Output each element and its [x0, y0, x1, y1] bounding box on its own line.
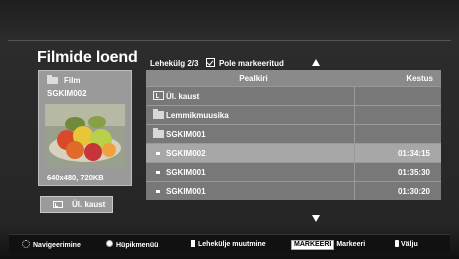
- list-item-selected[interactable]: SGKIM002 01:34:15: [146, 143, 441, 162]
- item-name: Lemmikmuusika: [166, 111, 229, 120]
- item-duration: 01:34:15: [397, 149, 430, 158]
- column-divider: [354, 125, 355, 143]
- checkbox-icon: [205, 58, 215, 67]
- page-info: Lehekülg 2/3 Pole markeeritud: [150, 58, 284, 68]
- hint-mark-label: Markeeri: [336, 241, 366, 248]
- file-list: Pealkiri Kestus Ül. kaust Lemmikmuusika …: [146, 70, 441, 200]
- list-header: Pealkiri Kestus: [146, 70, 441, 86]
- column-title-header: Pealkiri: [239, 74, 268, 83]
- column-divider: [354, 106, 355, 124]
- hint-navigate: Navigeerimine: [22, 240, 81, 249]
- preview-resolution: 640x480, 720KB: [47, 173, 104, 182]
- list-item[interactable]: SGKIM001: [146, 124, 441, 143]
- hint-mark: MARKEERI Markeeri: [291, 240, 365, 250]
- hint-page-change: Lehekülje muutmine: [191, 240, 266, 248]
- file-icon: [156, 190, 160, 193]
- column-duration-header: Kestus: [406, 74, 433, 83]
- help-bar: Navigeerimine Hüpikmenüü Lehekülje muutm…: [9, 234, 450, 253]
- page-title: Filmide loend: [37, 49, 138, 66]
- preview-panel: Film SGKIM002 640x480, 720KB: [38, 70, 132, 186]
- hint-exit-label: Välju: [401, 241, 418, 248]
- page-key-icon: [191, 240, 195, 247]
- file-icon: [156, 152, 160, 155]
- file-icon: [156, 171, 160, 174]
- column-divider: [354, 144, 355, 162]
- up-folder-icon: [53, 201, 63, 208]
- preview-thumbnail: [45, 104, 125, 168]
- item-name: Ül. kaust: [166, 92, 200, 101]
- navigation-keys-icon: [22, 240, 30, 248]
- top-divider: [8, 40, 451, 41]
- item-duration: 01:30:20: [397, 187, 430, 196]
- hint-popup-menu: Hüpikmenüü: [106, 240, 158, 249]
- mark-key: MARKEERI: [291, 240, 335, 250]
- hint-page-change-label: Lehekülje muutmine: [198, 241, 266, 248]
- item-name: SGKIM001: [166, 187, 206, 196]
- item-name: SGKIM001: [166, 168, 206, 177]
- list-item[interactable]: Ül. kaust: [146, 86, 441, 105]
- scroll-down-arrow-icon[interactable]: [312, 215, 320, 222]
- folder-icon: [153, 128, 164, 138]
- folder-icon: [47, 75, 58, 84]
- list-item[interactable]: SGKIM001 01:35:30: [146, 162, 441, 181]
- page-number: Lehekülg 2/3: [150, 59, 199, 68]
- exit-key-icon: [395, 240, 399, 247]
- folder-icon: [153, 109, 164, 119]
- up-folder-icon: [153, 91, 164, 100]
- column-divider: [354, 163, 355, 181]
- column-divider: [354, 182, 355, 200]
- list-item[interactable]: Lemmikmuusika: [146, 105, 441, 124]
- ok-button-icon: [106, 240, 113, 247]
- hint-exit: Välju: [395, 240, 418, 248]
- preview-file-name: SGKIM002: [47, 89, 87, 98]
- up-folder-label: Ül. kaust: [72, 200, 106, 209]
- scroll-up-arrow-icon[interactable]: [312, 59, 320, 66]
- list-item[interactable]: SGKIM001 01:30:20: [146, 181, 441, 200]
- up-folder-button[interactable]: Ül. kaust: [40, 196, 113, 213]
- hint-popup-menu-label: Hüpikmenüü: [116, 242, 159, 249]
- mark-status: Pole markeeritud: [218, 59, 284, 68]
- item-duration: 01:35:30: [397, 168, 430, 177]
- movie-list-screen: Filmide loend Lehekülg 2/3 Pole markeeri…: [0, 0, 459, 259]
- preview-type: Film: [64, 76, 81, 85]
- item-name: SGKIM001: [166, 130, 206, 139]
- hint-navigate-label: Navigeerimine: [33, 242, 81, 249]
- item-name: SGKIM002: [166, 149, 206, 158]
- column-divider: [354, 87, 355, 105]
